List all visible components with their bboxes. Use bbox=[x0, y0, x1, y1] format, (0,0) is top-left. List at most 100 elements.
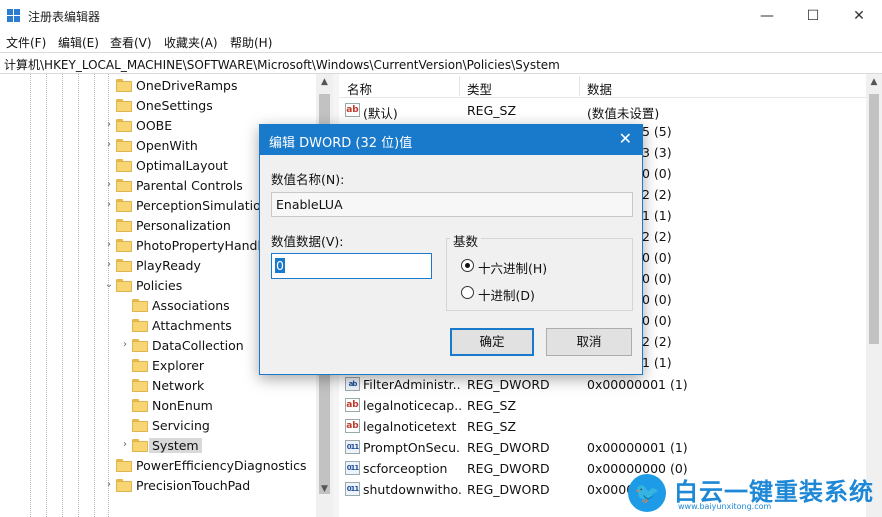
title-bar: 注册表编辑器 — ☐ ✕ bbox=[0, 0, 882, 32]
folder-icon bbox=[116, 119, 132, 132]
folder-icon bbox=[132, 339, 148, 352]
value-data: 0x00000001 (1) bbox=[587, 440, 688, 455]
expand-chevron-icon[interactable]: ⌄ bbox=[104, 279, 114, 290]
expand-chevron-icon[interactable]: › bbox=[104, 139, 114, 150]
list-row[interactable]: ab (默认) REG_SZ (数值未设置) bbox=[339, 100, 866, 121]
tree-node-label[interactable]: PlayReady bbox=[136, 258, 201, 273]
hex-radio[interactable] bbox=[461, 259, 474, 272]
column-divider[interactable] bbox=[459, 76, 460, 96]
list-scrollbar[interactable]: ▲ bbox=[866, 74, 882, 517]
ok-button[interactable]: 确定 bbox=[450, 328, 534, 356]
scroll-up-icon[interactable]: ▲ bbox=[866, 77, 882, 87]
folder-icon bbox=[116, 219, 132, 232]
tree-node-label[interactable]: Network bbox=[152, 378, 204, 393]
value-name[interactable]: scforceoption bbox=[363, 461, 461, 476]
column-header-data[interactable]: 数据 bbox=[587, 79, 612, 98]
window-title: 注册表编辑器 bbox=[28, 10, 101, 24]
list-row[interactable]: ab FilterAdministr... REG_DWORD 0x000000… bbox=[339, 374, 866, 395]
value-type: REG_DWORD bbox=[467, 440, 550, 455]
address-bar[interactable]: 计算机\HKEY_LOCAL_MACHINE\SOFTWARE\Microsof… bbox=[0, 52, 882, 74]
tree-node-label[interactable]: Servicing bbox=[152, 418, 210, 433]
folder-icon bbox=[132, 379, 148, 392]
menu-help[interactable]: 帮助(H) bbox=[230, 34, 272, 51]
maximize-button[interactable]: ☐ bbox=[790, 0, 836, 32]
folder-icon bbox=[116, 239, 132, 252]
value-name[interactable]: shutdownwitho... bbox=[363, 482, 461, 497]
column-header-name[interactable]: 名称 bbox=[347, 79, 372, 98]
tree-node-label[interactable]: OneSettings bbox=[136, 98, 213, 113]
dword-value-icon: 011 bbox=[345, 482, 360, 496]
value-name-text: EnableLUA bbox=[276, 197, 343, 212]
scroll-up-icon[interactable]: ▲ bbox=[316, 77, 333, 87]
tree-node-label[interactable]: OpenWith bbox=[136, 138, 198, 153]
menu-favorites[interactable]: 收藏夹(A) bbox=[164, 34, 218, 51]
expand-chevron-icon[interactable]: › bbox=[104, 199, 114, 210]
tree-node-label[interactable]: Associations bbox=[152, 298, 230, 313]
list-row[interactable]: 011 PromptOnSecu... REG_DWORD 0x00000001… bbox=[339, 437, 866, 458]
tree-guide-line bbox=[46, 74, 47, 517]
list-row[interactable]: ab legalnoticetext REG_SZ bbox=[339, 416, 866, 437]
expand-chevron-icon[interactable]: › bbox=[120, 439, 130, 450]
tree-node-label[interactable]: OptimalLayout bbox=[136, 158, 228, 173]
expand-chevron-icon[interactable]: › bbox=[104, 259, 114, 270]
hex-radio-label[interactable]: 十六进制(H) bbox=[478, 258, 547, 277]
dialog-close-icon[interactable]: ✕ bbox=[619, 129, 632, 148]
value-data-text[interactable]: 0 bbox=[275, 258, 285, 273]
address-path[interactable]: 计算机\HKEY_LOCAL_MACHINE\SOFTWARE\Microsof… bbox=[4, 56, 560, 73]
list-row[interactable]: ab legalnoticecap... REG_SZ bbox=[339, 395, 866, 416]
tree-node-label[interactable]: OneDriveRamps bbox=[136, 78, 237, 93]
minimize-button[interactable]: — bbox=[744, 0, 790, 32]
tree-node-label[interactable]: Attachments bbox=[152, 318, 232, 333]
folder-icon bbox=[132, 319, 148, 332]
value-name[interactable]: PromptOnSecu... bbox=[363, 440, 461, 455]
tree-node-label[interactable]: Policies bbox=[136, 278, 182, 293]
folder-icon bbox=[116, 139, 132, 152]
tree-node-label[interactable]: DataCollection bbox=[152, 338, 244, 353]
value-type: REG_SZ bbox=[467, 103, 517, 118]
expand-chevron-icon[interactable]: › bbox=[104, 179, 114, 190]
dialog-title-bar[interactable]: 编辑 DWORD (32 位)值 ✕ bbox=[260, 125, 642, 155]
watermark-logo: 🐦 白云一键重装系统 www.baiyunxitong.com bbox=[628, 472, 878, 512]
string-value-icon: ab bbox=[345, 419, 360, 433]
tree-node-label[interactable]: PhotoPropertyHandle bbox=[136, 238, 269, 253]
folder-icon bbox=[116, 179, 132, 192]
menu-view[interactable]: 查看(V) bbox=[110, 34, 152, 51]
decimal-radio[interactable] bbox=[461, 286, 474, 299]
tree-guide-line bbox=[94, 74, 95, 517]
value-data-label: 数值数据(V): bbox=[271, 234, 344, 249]
value-name[interactable]: legalnoticecap... bbox=[363, 398, 461, 413]
column-header-type[interactable]: 类型 bbox=[467, 79, 492, 98]
scroll-down-icon[interactable]: ▼ bbox=[316, 484, 333, 494]
string-value-icon: ab bbox=[345, 103, 360, 117]
expand-chevron-icon[interactable]: › bbox=[120, 339, 130, 350]
column-divider[interactable] bbox=[579, 76, 580, 96]
tree-node-label[interactable]: NonEnum bbox=[152, 398, 213, 413]
expand-chevron-icon[interactable]: › bbox=[104, 479, 114, 490]
tree-guide-line bbox=[62, 74, 63, 517]
tree-node-label[interactable]: PrecisionTouchPad bbox=[136, 478, 250, 493]
tree-node-label[interactable]: PerceptionSimulation bbox=[136, 198, 269, 213]
cancel-button[interactable]: 取消 bbox=[546, 328, 632, 356]
expand-chevron-icon[interactable]: › bbox=[104, 119, 114, 130]
value-name[interactable]: (默认) bbox=[363, 103, 461, 122]
folder-icon bbox=[116, 259, 132, 272]
tree-node-label[interactable]: OOBE bbox=[136, 118, 172, 133]
menu-file[interactable]: 文件(F) bbox=[6, 34, 46, 51]
value-name[interactable]: FilterAdministr... bbox=[363, 377, 461, 392]
scrollbar-thumb[interactable] bbox=[869, 94, 879, 344]
close-button[interactable]: ✕ bbox=[836, 0, 882, 32]
tree-node-label[interactable]: Parental Controls bbox=[136, 178, 243, 193]
tree-node-label[interactable]: Explorer bbox=[152, 358, 204, 373]
value-data-input[interactable]: 0 bbox=[271, 253, 432, 279]
decimal-radio-label[interactable]: 十进制(D) bbox=[478, 285, 535, 304]
expand-chevron-icon[interactable]: › bbox=[104, 239, 114, 250]
edit-dword-dialog: 编辑 DWORD (32 位)值 ✕ 数值名称(N): EnableLUA 数值… bbox=[259, 124, 643, 375]
folder-icon bbox=[132, 359, 148, 372]
tree-node-label[interactable]: System bbox=[149, 438, 202, 453]
tree-node-label[interactable]: PowerEfficiencyDiagnostics bbox=[136, 458, 307, 473]
menu-edit[interactable]: 编辑(E) bbox=[58, 34, 99, 51]
folder-icon bbox=[116, 159, 132, 172]
base-label: 基数 bbox=[450, 231, 482, 250]
value-name[interactable]: legalnoticetext bbox=[363, 419, 461, 434]
tree-node-label[interactable]: Personalization bbox=[136, 218, 231, 233]
